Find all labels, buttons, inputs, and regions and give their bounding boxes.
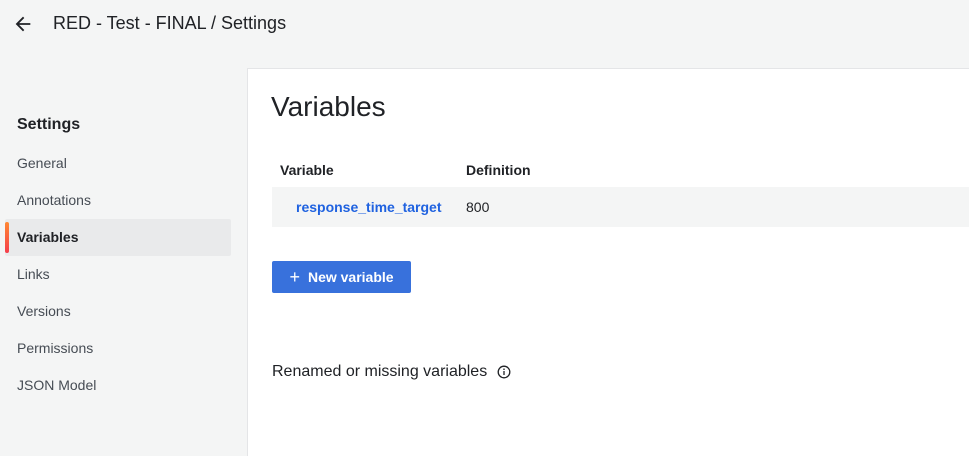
- page-title: Variables: [271, 91, 386, 122]
- sidebar-item-permissions[interactable]: Permissions: [5, 330, 231, 367]
- plus-icon: +: [289, 267, 300, 287]
- sidebar-item-annotations[interactable]: Annotations: [5, 182, 231, 219]
- sidebar-item-variables[interactable]: Variables: [5, 219, 231, 256]
- missing-variables-label: Renamed or missing variables: [272, 363, 488, 380]
- missing-variables-heading: Renamed or missing variables: [272, 363, 511, 381]
- variable-name-link[interactable]: response_time_target: [272, 187, 466, 227]
- variable-definition: 800: [466, 199, 490, 215]
- arrow-left-icon: [15, 16, 31, 32]
- top-bar: RED - Test - FINAL / Settings: [0, 0, 969, 48]
- column-header-variable: Variable: [280, 162, 334, 178]
- info-circle-icon[interactable]: [497, 365, 511, 379]
- settings-nav: General Annotations Variables Links Vers…: [5, 145, 231, 404]
- new-variable-button[interactable]: + New variable: [272, 261, 411, 293]
- main-panel: Variables Variable Definition response_t…: [247, 68, 969, 456]
- table-header-row: Variable Definition: [272, 153, 969, 187]
- back-button[interactable]: [10, 11, 36, 37]
- sidebar-item-links[interactable]: Links: [5, 256, 231, 293]
- sidebar-item-versions[interactable]: Versions: [5, 293, 231, 330]
- column-header-definition: Definition: [466, 162, 531, 178]
- sidebar-item-json-model[interactable]: JSON Model: [5, 367, 231, 404]
- sidebar-item-general[interactable]: General: [5, 145, 231, 182]
- settings-sidebar: Settings General Annotations Variables L…: [0, 68, 247, 456]
- new-variable-label: New variable: [307, 269, 394, 285]
- variables-table: Variable Definition response_time_target…: [272, 153, 969, 227]
- table-row: response_time_target 800: [272, 187, 969, 227]
- sidebar-title: Settings: [17, 116, 81, 133]
- breadcrumb: RED - Test - FINAL / Settings: [53, 13, 287, 33]
